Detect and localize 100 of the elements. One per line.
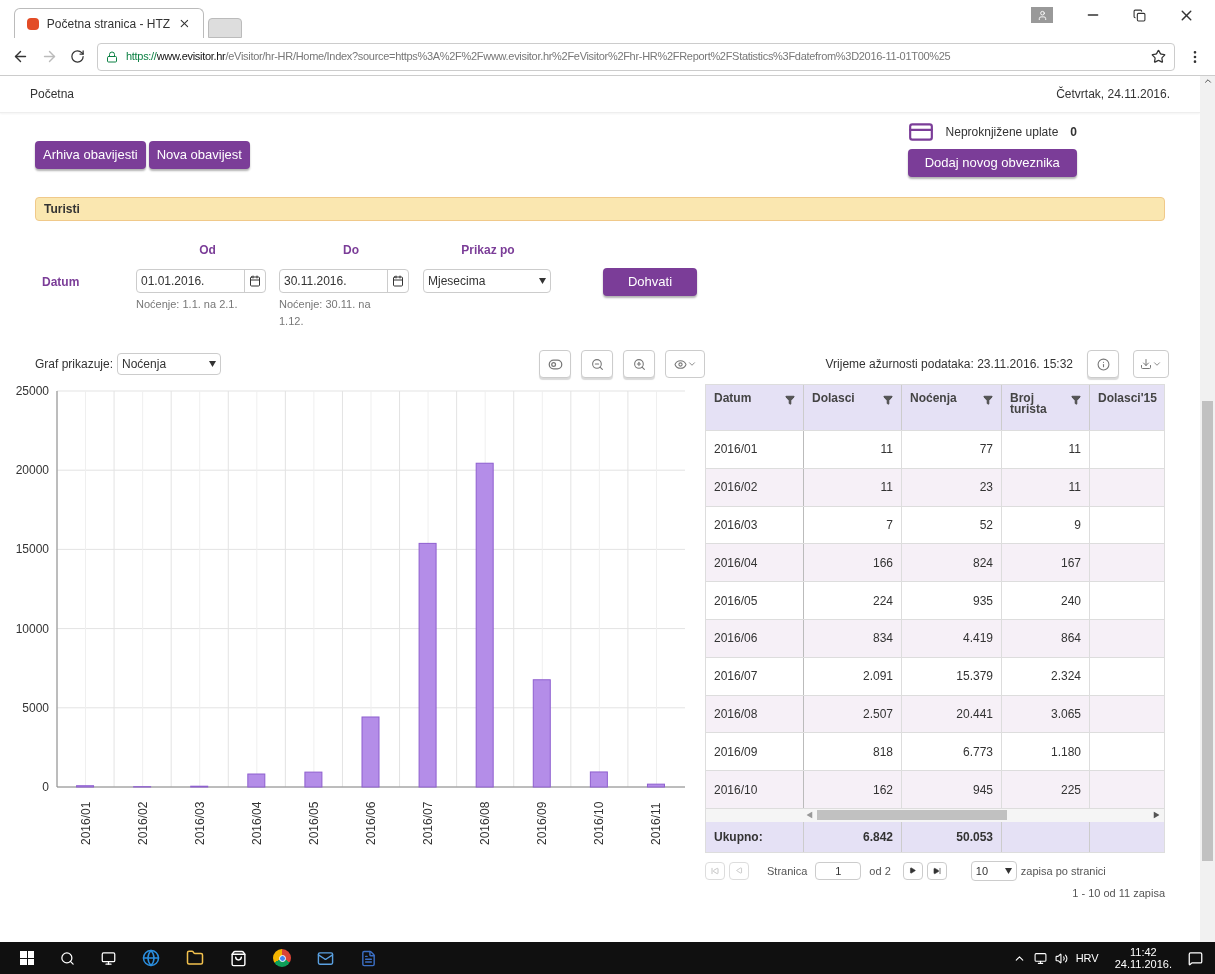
- y-axis-label: 15000: [15, 542, 49, 557]
- caret-icon: [686, 359, 697, 369]
- x-axis-label: 2016/06: [364, 801, 378, 845]
- back-icon[interactable]: [12, 48, 29, 65]
- folder-icon[interactable]: [186, 949, 204, 967]
- table-cell: 2.324: [1002, 657, 1090, 695]
- to-date-field[interactable]: 30.11.2016.: [279, 269, 409, 293]
- y-axis-label: 10000: [15, 621, 49, 636]
- zoom-in-icon: [632, 357, 646, 371]
- calendar-icon[interactable]: [392, 275, 404, 287]
- to-hint: Noćenje: 30.11. na 1.12.: [279, 297, 372, 329]
- browser-tab[interactable]: Početna stranica - HTZ: [14, 8, 204, 38]
- total-cell: 6.842: [804, 821, 902, 852]
- zoom-out-button[interactable]: [581, 350, 613, 378]
- chart-bar: [76, 785, 95, 788]
- address-bar[interactable]: https://www.evisitor.hr/eVisitor/hr-HR/Home/Index?source=https%3A%2F%2Fwww.evisitor.hr%2FeVisitor%2Fhr-HR%2FReport%2FStatistics%3Fdatefrom%3D2016-11-01T00%25: [97, 42, 1175, 71]
- group-by-label: Prikaz po: [461, 242, 515, 259]
- calendar-icon[interactable]: [249, 275, 261, 287]
- add-taxpayer-button[interactable]: Dodaj novog obveznika: [907, 149, 1077, 177]
- bookmark-star-icon[interactable]: [1151, 49, 1166, 64]
- table-cell: 11: [804, 431, 902, 468]
- document-icon[interactable]: [360, 949, 377, 967]
- graph-metric-select[interactable]: Noćenja: [117, 353, 222, 375]
- last-page-icon: [932, 866, 941, 875]
- notice-button[interactable]: Arhiva obavijesti: [35, 141, 146, 169]
- from-label: Od: [199, 242, 216, 259]
- close-icon[interactable]: [178, 17, 191, 30]
- table-cell: 162: [804, 771, 902, 808]
- table-cell: 834: [804, 620, 902, 657]
- clock-time: 11:42: [1130, 946, 1157, 958]
- reload-icon[interactable]: [70, 49, 85, 64]
- keyboard-language[interactable]: HRV: [1075, 949, 1099, 967]
- from-date-field[interactable]: 01.01.2016.: [136, 269, 266, 293]
- restore-icon[interactable]: [1133, 8, 1146, 22]
- table-cell: 240: [1002, 582, 1090, 619]
- vertical-scrollbar[interactable]: [1200, 76, 1215, 942]
- site-favicon-icon: [27, 17, 39, 30]
- x-axis-label: 2016/05: [306, 801, 321, 845]
- table-cell: 2.091: [804, 657, 902, 695]
- group-by-select[interactable]: Mjesecima: [423, 269, 551, 293]
- x-axis-label: 2016/10: [592, 801, 607, 845]
- filter-icon[interactable]: [883, 395, 893, 405]
- to-label: Do: [343, 242, 359, 259]
- info-button[interactable]: [1087, 350, 1119, 378]
- windows-start-icon[interactable]: [20, 951, 34, 965]
- tab-title: Početna stranica - HTZ: [46, 15, 171, 33]
- next-page-button[interactable]: [902, 861, 923, 880]
- view-options-button[interactable]: [665, 350, 705, 378]
- chrome-browser-icon[interactable]: [273, 949, 291, 967]
- table-cell: 11: [1002, 468, 1090, 506]
- search-icon[interactable]: [60, 950, 75, 966]
- info-icon: [1096, 357, 1110, 371]
- download-icon: [1140, 358, 1152, 370]
- table-cell: 11: [1002, 431, 1090, 468]
- table-cell: 864: [1002, 620, 1090, 657]
- notifications-icon[interactable]: [1188, 950, 1203, 966]
- table-cell: 2016/10: [706, 771, 804, 808]
- filter-icon[interactable]: [785, 395, 795, 405]
- x-axis-label: 2016/01: [78, 801, 93, 845]
- x-axis-label: 2016/04: [249, 801, 264, 845]
- y-axis-label: 5000: [22, 700, 49, 715]
- speaker-icon[interactable]: [1054, 951, 1068, 965]
- fetch-button[interactable]: Dohvati: [603, 268, 697, 296]
- lock-icon: [106, 50, 118, 63]
- scroll-left-icon: [806, 811, 813, 819]
- total-cell: Ukupno:: [706, 821, 804, 852]
- chart-bar: [589, 771, 608, 788]
- table-cell: 2016/01: [706, 431, 804, 468]
- filter-icon[interactable]: [983, 395, 993, 405]
- x-axis-label: 2016/03: [192, 801, 207, 845]
- dropdown-arrow-icon: [209, 361, 217, 367]
- page-number-field[interactable]: 1: [815, 861, 862, 880]
- table-cell: 15.379: [902, 657, 1002, 695]
- page-count: od 2: [869, 863, 891, 879]
- store-bag-icon[interactable]: [230, 949, 247, 967]
- chart-bar: [304, 771, 323, 788]
- unposted-payments-count: 0: [1070, 124, 1077, 141]
- records-summary: 1 - 10 od 11 zapisa: [1072, 885, 1165, 901]
- mail-icon[interactable]: [317, 949, 334, 967]
- url-text: https://www.evisitor.hr/eVisitor/hr-HR/Home/Index?source=https%3A%2F%2Fwww.evisitor.hr%2FeVisitor%2Fhr-HR%2FReport%2FStatistics%3Fdatefrom%3D2016-11-01T00%25: [126, 49, 951, 65]
- y-axis-label: 25000: [15, 384, 49, 398]
- table-cell: 23: [902, 468, 1002, 506]
- last-page-button[interactable]: [926, 861, 947, 880]
- zoom-in-button[interactable]: [623, 350, 655, 378]
- table-cell: 935: [902, 582, 1002, 619]
- scroll-up-icon[interactable]: [1202, 76, 1213, 86]
- chart-bar: [646, 783, 665, 788]
- table-cell: 11: [804, 468, 902, 506]
- from-hint: Noćenje: 1.1. na 2.1.: [136, 297, 239, 312]
- data-update-time: Vrijeme ažurnosti podataka: 23.11.2016. 15:32: [825, 356, 1073, 373]
- table-cell: 2016/05: [706, 582, 804, 619]
- toggle-button[interactable]: [539, 350, 571, 378]
- breadcrumb-link[interactable]: Početna: [30, 85, 75, 103]
- page-size-select[interactable]: 10: [970, 860, 1017, 881]
- table-cell: 224: [804, 582, 902, 619]
- filter-icon[interactable]: [1071, 395, 1081, 405]
- notice-button[interactable]: Nova obavijest: [148, 141, 250, 169]
- chart-bar: [361, 716, 380, 788]
- toggle-icon: [547, 356, 563, 372]
- table-cell: 945: [902, 771, 1002, 808]
